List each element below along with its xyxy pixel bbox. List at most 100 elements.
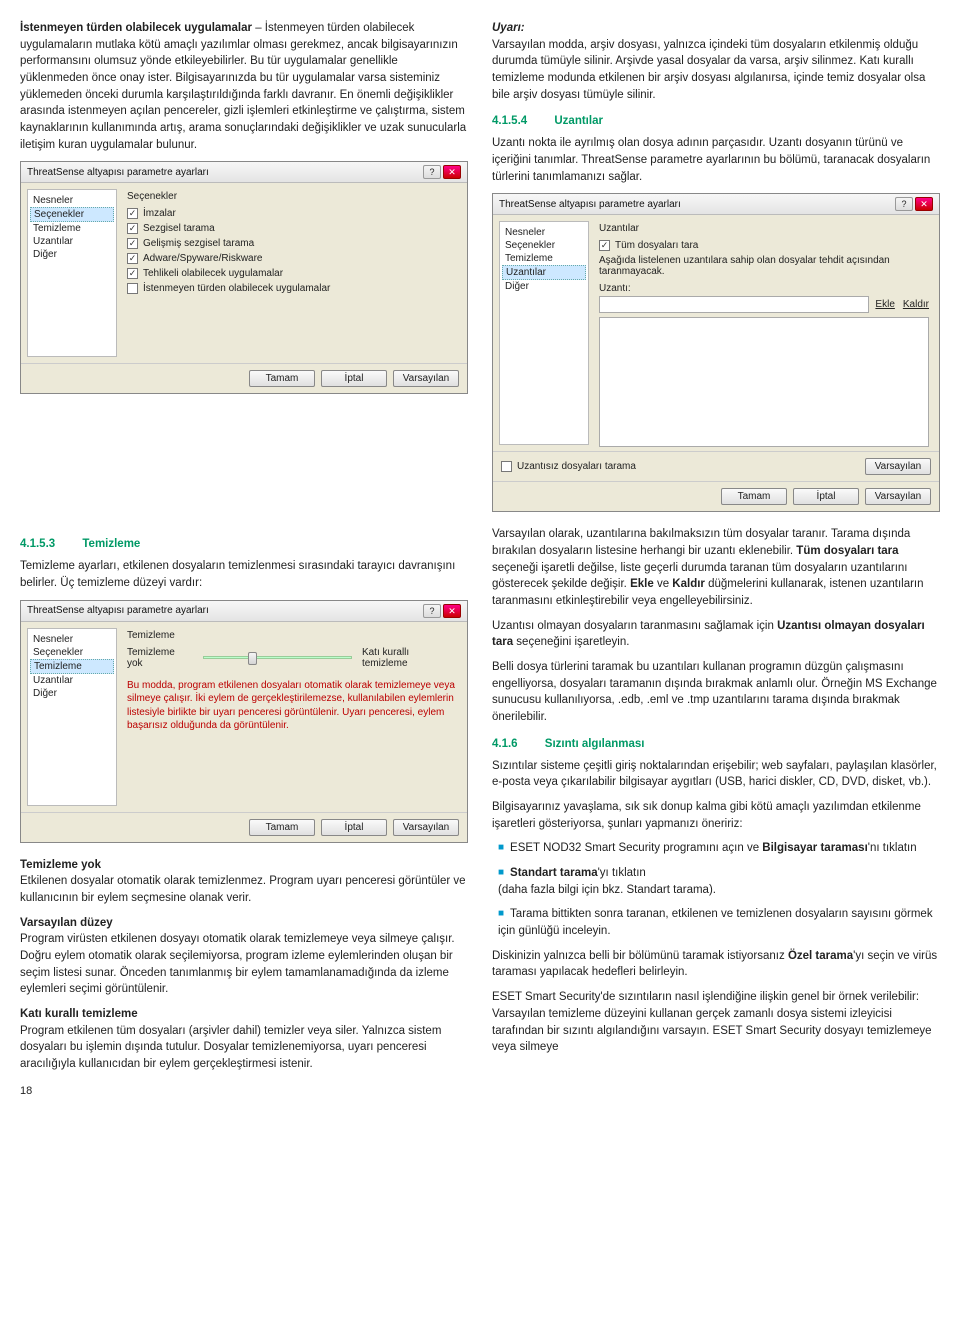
group-title: Temizleme — [127, 630, 457, 641]
checkbox-label: Adware/Spyware/Riskware — [143, 253, 263, 264]
help-icon[interactable]: ? — [423, 165, 441, 179]
left-top-paragraph: İstenmeyen türden olabilecek uygulamalar… — [20, 20, 468, 153]
scan-all-paragraph: Varsayılan olarak, uzantılarına bakılmak… — [492, 526, 940, 609]
close-icon[interactable]: ✕ — [443, 604, 461, 618]
extension-input[interactable] — [599, 296, 869, 313]
right-top-paragraph: Uyarı:Varsayılan modda, arşiv dosyası, y… — [492, 20, 940, 103]
tree-item[interactable]: Nesneler — [502, 226, 586, 239]
list-item: ■Tarama bittikten sonra taranan, etkilen… — [498, 906, 940, 939]
default-button[interactable]: Varsayılan — [393, 819, 459, 836]
slider-thumb[interactable] — [248, 652, 257, 665]
ok-button[interactable]: Tamam — [249, 370, 315, 387]
tree-item[interactable]: Diğer — [502, 280, 586, 293]
dialog-tree[interactable]: Nesneler Seçenekler Temizleme Uzantılar … — [499, 221, 589, 445]
bullet-icon: ■ — [498, 867, 504, 878]
checkbox-scan-all[interactable] — [599, 240, 610, 251]
slider-label-right: Katı kurallı temizleme — [362, 647, 457, 669]
exclude-paragraph: Belli dosya türlerini taramak bu uzantıl… — [492, 659, 940, 726]
group-title: Seçenekler — [127, 191, 457, 202]
cleaning-note: Bu modda, program etkilenen dosyaları ot… — [127, 679, 457, 733]
section-heading: 4.1.6 Sızıntı algılanması — [492, 738, 940, 750]
checkbox-label: Tehlikeli olabilecek uygulamalar — [143, 268, 283, 279]
checkbox-noext[interactable] — [501, 461, 512, 472]
ok-button[interactable]: Tamam — [249, 819, 315, 836]
group-title: Uzantılar — [599, 223, 929, 234]
tree-item[interactable]: Uzantılar — [30, 674, 114, 687]
cancel-button[interactable]: İptal — [321, 819, 387, 836]
tree-item[interactable]: Temizleme — [502, 252, 586, 265]
tree-item[interactable]: Nesneler — [30, 194, 114, 207]
section-heading: 4.1.5.4 Uzantılar — [492, 115, 940, 127]
checkbox[interactable] — [127, 238, 138, 249]
tree-item-selected[interactable]: Uzantılar — [502, 265, 586, 280]
left-top-heading: İstenmeyen türden olabilecek uygulamalar — [20, 22, 252, 34]
list-item: ■ESET NOD32 Smart Security programını aç… — [498, 840, 940, 857]
cancel-button[interactable]: İptal — [793, 488, 859, 505]
cleaning-paragraph: Temizleme ayarları, etkilenen dosyaların… — [20, 558, 468, 591]
warning-heading: Uyarı: — [492, 22, 525, 34]
add-link[interactable]: Ekle — [875, 299, 894, 310]
dialog-tree[interactable]: Nesneler Seçenekler Temizleme Uzantılar … — [27, 189, 117, 357]
note-text: Aşağıda listelenen uzantılara sahip olan… — [599, 255, 929, 277]
checkbox[interactable] — [127, 283, 138, 294]
tree-item-selected[interactable]: Temizleme — [30, 659, 114, 674]
close-icon[interactable]: ✕ — [915, 197, 933, 211]
tree-item[interactable]: Temizleme — [30, 222, 114, 235]
tree-item[interactable]: Nesneler — [30, 633, 114, 646]
last-paragraph: ESET Smart Security'de sızıntıların nası… — [492, 989, 940, 1056]
ok-button[interactable]: Tamam — [721, 488, 787, 505]
checkbox[interactable] — [127, 253, 138, 264]
no-extension-paragraph: Uzantısı olmayan dosyaların taranmasını … — [492, 618, 940, 651]
checkbox[interactable] — [127, 208, 138, 219]
dialog-title: ThreatSense altyapısı parametre ayarları — [499, 199, 681, 210]
checkbox[interactable] — [127, 223, 138, 234]
default-button[interactable]: Varsayılan — [865, 458, 931, 475]
infiltration-paragraph-1: Sızıntılar sisteme çeşitli giriş noktala… — [492, 758, 940, 791]
cleaning-slider[interactable] — [203, 656, 352, 659]
help-icon[interactable]: ? — [895, 197, 913, 211]
tree-item[interactable]: Uzantılar — [30, 235, 114, 248]
dialog-titlebar: ThreatSense altyapısı parametre ayarları… — [493, 194, 939, 215]
checkbox-label: İmzalar — [143, 208, 176, 219]
dialog-extensions: ThreatSense altyapısı parametre ayarları… — [492, 193, 940, 512]
tree-item[interactable]: Diğer — [30, 687, 114, 700]
bullet-icon: ■ — [498, 908, 504, 919]
default-level-paragraph: Varsayılan düzeyProgram virüsten etkilen… — [20, 915, 468, 998]
list-item: ■Standart tarama'yı tıklatın(daha fazla … — [498, 865, 940, 898]
close-icon[interactable]: ✕ — [443, 165, 461, 179]
cancel-button[interactable]: İptal — [321, 370, 387, 387]
checkbox-label: Uzantısız dosyaları tarama — [517, 461, 636, 472]
tree-item[interactable]: Seçenekler — [30, 646, 114, 659]
dialog-title: ThreatSense altyapısı parametre ayarları — [27, 605, 209, 616]
tree-item[interactable]: Seçenekler — [502, 239, 586, 252]
remove-link[interactable]: Kaldır — [903, 299, 929, 310]
checkbox[interactable] — [127, 268, 138, 279]
dialog-cleaning: ThreatSense altyapısı parametre ayarları… — [20, 600, 468, 843]
dialog-titlebar: ThreatSense altyapısı parametre ayarları… — [21, 601, 467, 622]
dialog-titlebar: ThreatSense altyapısı parametre ayarları… — [21, 162, 467, 183]
section-heading: 4.1.5.3 Temizleme — [20, 538, 468, 550]
custom-scan-paragraph: Diskinizin yalnızca belli bir bölümünü t… — [492, 948, 940, 981]
infiltration-paragraph-2: Bilgisayarınız yavaşlama, sık sık donup … — [492, 799, 940, 832]
default-button[interactable]: Varsayılan — [393, 370, 459, 387]
tree-item-selected[interactable]: Seçenekler — [30, 207, 114, 222]
checkbox-label: Gelişmiş sezgisel tarama — [143, 238, 254, 249]
strict-cleaning-paragraph: Katı kurallı temizlemeProgram etkilenen … — [20, 1006, 468, 1073]
help-icon[interactable]: ? — [423, 604, 441, 618]
dialog-tree[interactable]: Nesneler Seçenekler Temizleme Uzantılar … — [27, 628, 117, 806]
checkbox-label: İstenmeyen türden olabilecek uygulamalar — [143, 283, 330, 294]
slider-label-left: Temizleme yok — [127, 647, 193, 669]
extension-listbox[interactable] — [599, 317, 929, 447]
input-label: Uzantı: — [599, 283, 929, 294]
checkbox-label: Sezgisel tarama — [143, 223, 215, 234]
checkbox-label: Tüm dosyaları tara — [615, 240, 698, 251]
dialog-options: ThreatSense altyapısı parametre ayarları… — [20, 161, 468, 394]
extensions-paragraph: Uzantı nokta ile ayrılmış olan dosya adı… — [492, 135, 940, 185]
bullet-icon: ■ — [498, 842, 504, 853]
dialog-title: ThreatSense altyapısı parametre ayarları — [27, 167, 209, 178]
no-cleaning-paragraph: Temizleme yokEtkilenen dosyalar otomatik… — [20, 857, 468, 907]
default-button[interactable]: Varsayılan — [865, 488, 931, 505]
tree-item[interactable]: Diğer — [30, 248, 114, 261]
recommendation-list: ■ESET NOD32 Smart Security programını aç… — [492, 840, 940, 939]
page-number: 18 — [20, 1085, 468, 1097]
